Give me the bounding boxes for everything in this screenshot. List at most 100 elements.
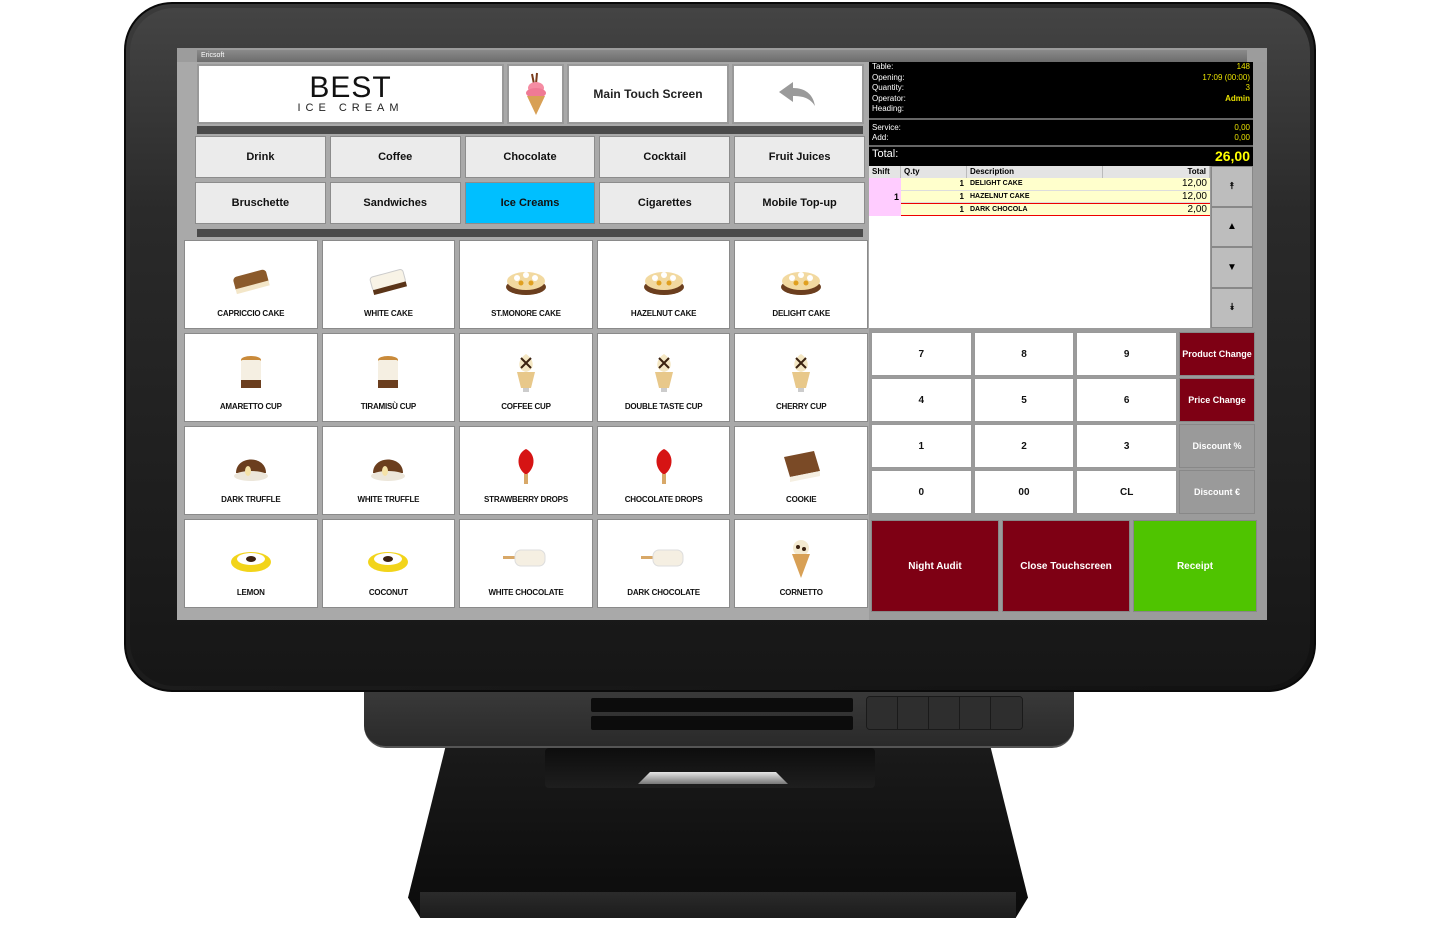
order-line[interactable]: 1 DARK CHOCOLA 2,00 bbox=[901, 203, 1210, 216]
card-slot bbox=[591, 698, 853, 712]
key-8[interactable]: 8 bbox=[973, 332, 1075, 376]
label: Table: bbox=[872, 62, 894, 71]
key-1[interactable]: 1 bbox=[871, 424, 972, 468]
category-sandwiches[interactable]: Sandwiches bbox=[329, 182, 461, 224]
label: Service: bbox=[872, 122, 901, 132]
product-st-monore-cake[interactable]: ST.MONORE CAKE bbox=[459, 240, 593, 329]
product-lemon[interactable]: LEMON bbox=[184, 519, 318, 608]
product-grid: CAPRICCIO CAKE WHITE CAKE ST.MONORE CAKE HA… bbox=[184, 240, 868, 608]
product-cornetto[interactable]: CORNETTO bbox=[734, 519, 868, 608]
hardware-button[interactable] bbox=[991, 697, 1022, 729]
category-chocolate[interactable]: Chocolate bbox=[464, 136, 596, 178]
info-service: Service: 0,00 bbox=[869, 123, 1253, 134]
category-coffee[interactable]: Coffee bbox=[329, 136, 461, 178]
category-ice-creams[interactable]: Ice Creams bbox=[464, 182, 596, 224]
key-cl[interactable]: CL bbox=[1076, 470, 1177, 514]
product-tiramis-cup[interactable]: TIRAMISÙ CUP bbox=[321, 333, 456, 422]
product-change-button[interactable]: Product Change bbox=[1179, 332, 1255, 376]
product-white-truffle[interactable]: WHITE TRUFFLE bbox=[321, 426, 456, 515]
white-cake-icon bbox=[370, 269, 408, 296]
product-amaretto-cup[interactable]: AMARETTO CUP bbox=[184, 333, 318, 422]
label: Add: bbox=[872, 133, 889, 142]
category-mobile-top-up[interactable]: Mobile Top-up bbox=[734, 182, 865, 224]
discount-percent-button[interactable]: Discount % bbox=[1179, 424, 1255, 468]
close-touchscreen-button[interactable]: Close Touchscreen bbox=[1002, 520, 1130, 612]
action-buttons: Night Audit Close Touchscreen Receipt bbox=[871, 520, 1257, 612]
key-3[interactable]: 3 bbox=[1076, 424, 1177, 468]
category-cocktail[interactable]: Cocktail bbox=[599, 136, 731, 178]
key-4[interactable]: 4 bbox=[871, 378, 972, 422]
category-drink[interactable]: Drink bbox=[195, 136, 326, 178]
hardware-button[interactable] bbox=[867, 697, 898, 729]
back-button[interactable] bbox=[732, 64, 864, 124]
scroll-controls: ⯭ ▲ ▼ ⯯ bbox=[1211, 166, 1253, 328]
key-7[interactable]: 7 bbox=[871, 332, 972, 376]
product-dark-chocolate[interactable]: DARK CHOCOLATE bbox=[596, 519, 731, 608]
opening-time: 17:09 (00:00) bbox=[1202, 72, 1250, 82]
table-number: 148 bbox=[1236, 62, 1250, 71]
sundae-cup-icon bbox=[792, 354, 811, 392]
product-hazelnut-cake[interactable]: HAZELNUT CAKE bbox=[596, 240, 731, 329]
scroll-down-button[interactable]: ▼ bbox=[1211, 247, 1253, 288]
product-white-chocolate[interactable]: WHITE CHOCOLATE bbox=[459, 519, 593, 608]
scroll-bottom-button[interactable]: ⯯ bbox=[1211, 287, 1253, 328]
discount-euro-button[interactable]: Discount € bbox=[1179, 470, 1255, 514]
key-9[interactable]: 9 bbox=[1076, 332, 1177, 376]
order-info: Table: 148 Opening: 17:09 (00:00) Quantity… bbox=[869, 62, 1253, 166]
chevron-double-up-icon: ⯭ bbox=[1229, 180, 1235, 192]
info-operator: Operator: Admin bbox=[869, 94, 1253, 105]
product-coconut[interactable]: COCONUT bbox=[321, 519, 456, 608]
function-keys: Product Change Price Change Discount % Disc… bbox=[1179, 332, 1255, 514]
product-label: DOUBLE TASTE CUP bbox=[624, 402, 703, 411]
service-value: 0,00 bbox=[1234, 122, 1250, 132]
divider bbox=[869, 144, 1253, 147]
scroll-up-button[interactable]: ▲ bbox=[1211, 206, 1253, 247]
logo-subtitle: ICE CREAM bbox=[297, 102, 404, 114]
product-chocolate-drops[interactable]: CHOCOLATE DROPS bbox=[596, 426, 731, 515]
category-cigarettes[interactable]: Cigarettes bbox=[599, 182, 731, 224]
category-bruschette[interactable]: Bruschette bbox=[195, 182, 326, 224]
key-6[interactable]: 6 bbox=[1076, 378, 1177, 422]
product-label: WHITE TRUFFLE bbox=[357, 495, 420, 504]
order-line[interactable]: 1 HAZELNUT CAKE 12,00 bbox=[901, 190, 1210, 203]
key-2[interactable]: 2 bbox=[973, 424, 1075, 468]
product-label: COCONUT bbox=[368, 588, 408, 597]
product-label: DELIGHT CAKE bbox=[772, 309, 830, 318]
hardware-button[interactable] bbox=[960, 697, 991, 729]
key-00[interactable]: 00 bbox=[973, 470, 1075, 514]
night-audit-button[interactable]: Night Audit bbox=[871, 520, 999, 612]
stuffed-fruit-icon bbox=[230, 552, 271, 572]
key-5[interactable]: 5 bbox=[973, 378, 1075, 422]
info-add: Add: 0,00 bbox=[869, 133, 1253, 144]
product-label: CAPRICCIO CAKE bbox=[217, 309, 285, 318]
order-total: 12,00 bbox=[1181, 178, 1207, 189]
product-cherry-cup[interactable]: CHERRY CUP bbox=[734, 333, 868, 422]
product-coffee-cup[interactable]: COFFEE CUP bbox=[459, 333, 593, 422]
product-white-cake[interactable]: WHITE CAKE bbox=[321, 240, 456, 329]
hardware-button[interactable] bbox=[929, 697, 960, 729]
product-label: AMARETTO CUP bbox=[219, 402, 282, 411]
product-cookie[interactable]: COOKIE bbox=[734, 426, 868, 515]
order-total: 2,00 bbox=[1187, 204, 1207, 215]
product-strawberry-drops[interactable]: STRAWBERRY DROPS bbox=[459, 426, 593, 515]
order-qty: 1 bbox=[959, 191, 964, 201]
divider bbox=[869, 117, 1253, 120]
card-slot bbox=[591, 716, 853, 730]
device-chin bbox=[364, 688, 1074, 748]
receipt-button[interactable]: Receipt bbox=[1133, 520, 1257, 612]
scroll-top-button[interactable]: ⯭ bbox=[1211, 166, 1253, 207]
key-0[interactable]: 0 bbox=[871, 470, 972, 514]
hardware-button[interactable] bbox=[898, 697, 929, 729]
product-capriccio-cake[interactable]: CAPRICCIO CAKE bbox=[184, 240, 318, 329]
product-label: CHOCOLATE DROPS bbox=[624, 495, 703, 504]
order-line[interactable]: 1 DELIGHT CAKE 12,00 bbox=[901, 178, 1210, 191]
info-total: Total: 26,00 bbox=[869, 148, 1253, 164]
product-double-taste-cup[interactable]: DOUBLE TASTE CUP bbox=[596, 333, 731, 422]
product-dark-truffle[interactable]: DARK TRUFFLE bbox=[184, 426, 318, 515]
shift-number: 1 bbox=[869, 178, 901, 216]
screen-title: Main Touch Screen bbox=[567, 64, 729, 124]
price-change-button[interactable]: Price Change bbox=[1179, 378, 1255, 422]
product-delight-cake[interactable]: DELIGHT CAKE bbox=[734, 240, 868, 329]
chevron-double-down-icon: ⯯ bbox=[1229, 302, 1235, 314]
category-fruit-juices[interactable]: Fruit Juices bbox=[734, 136, 865, 178]
